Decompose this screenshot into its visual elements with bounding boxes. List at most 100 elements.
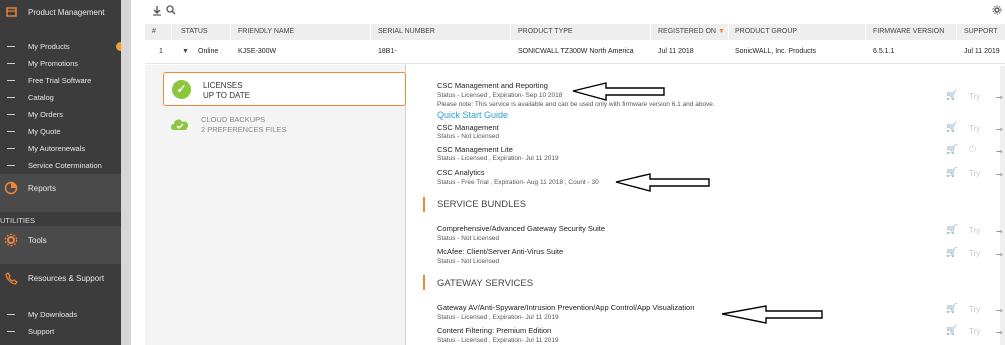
sidebar-item-label: My Orders xyxy=(28,109,64,119)
table-row[interactable]: 1 ▼ Online KJSE-300W 18B1- SONICWALL TZ3… xyxy=(145,40,1005,64)
cart-icon[interactable]: 🛒 xyxy=(946,325,957,336)
settings-icon[interactable] xyxy=(992,5,1002,18)
service-status: Status - Free Trial , Expiration- Aug 11… xyxy=(437,179,599,186)
sidebar-item-my-products[interactable]: My Products xyxy=(0,40,125,52)
service-name: CSC Management and Reporting xyxy=(437,81,548,90)
gear-icon xyxy=(4,233,18,247)
service-status: Status - Licensed , Expiration- Jul 11 2… xyxy=(437,337,559,344)
cart-icon[interactable]: 🛒 xyxy=(946,90,957,101)
sidebar-item-my-autorenewals[interactable]: My Autorenewals xyxy=(0,142,121,154)
sidebar-item-label: My Products xyxy=(28,41,70,51)
try-button[interactable]: Try xyxy=(969,249,980,258)
sidebar: Product Management My Products My Promot… xyxy=(0,0,125,345)
cart-icon[interactable]: 🛒 xyxy=(946,303,957,314)
sidebar-item-label: My Autorenewals xyxy=(28,143,86,153)
cell-support: Jul 11 2019 xyxy=(964,48,1000,55)
scrollbar[interactable] xyxy=(1000,66,1005,345)
toolbar xyxy=(145,0,1005,22)
service-note: Please note: This service is available a… xyxy=(437,101,715,108)
cart-icon[interactable]: 🛒 xyxy=(946,167,957,178)
service-status: Status - Not Licensed xyxy=(437,258,500,265)
cart-icon[interactable]: 🛒 xyxy=(946,122,957,133)
service-status: Status - Not Licensed xyxy=(437,235,500,242)
licenses-subtitle: UP TO DATE xyxy=(203,91,250,100)
try-button[interactable]: Try xyxy=(969,169,980,178)
sidebar-item-free-trial-software[interactable]: Free Trial Software xyxy=(0,74,121,86)
box-icon xyxy=(4,5,18,19)
sidebar-section-tools[interactable]: Tools xyxy=(0,226,121,264)
licenses-title: LICENSES xyxy=(203,81,243,90)
col-header-product-type[interactable]: PRODUCT TYPE xyxy=(518,28,573,35)
cell-registered-on: Jul 11 2018 xyxy=(658,48,694,55)
service-status: Status - Licensed , Expiration- Sep 10 2… xyxy=(437,92,563,99)
phone-icon xyxy=(4,272,18,286)
sidebar-section-resources-support[interactable]: Resources & Support xyxy=(0,270,121,288)
cloud-check-icon xyxy=(169,116,191,132)
power-icon: ⏻ xyxy=(969,144,977,154)
check-icon: ✓ xyxy=(172,80,191,99)
key-icon[interactable]: ⊸ xyxy=(996,227,1003,236)
cell-product-type: SONICWALL TZ300W North America xyxy=(518,48,634,55)
sidebar-heading-utilities: UTILITIES xyxy=(0,214,121,226)
cell-number: 1 xyxy=(159,48,163,55)
sidebar-item-catalog[interactable]: Catalog xyxy=(0,91,121,103)
service-name: Content Filtering: Premium Edition xyxy=(437,326,552,335)
sidebar-item-label: Free Trial Software xyxy=(28,75,92,85)
col-header-firmware-version[interactable]: FIRMWARE VERSION xyxy=(873,28,944,35)
cell-friendly-name[interactable]: KJSE-300W xyxy=(238,48,276,55)
sidebar-item-my-promotions[interactable]: My Promotions xyxy=(0,57,121,69)
try-button[interactable]: Try xyxy=(969,226,980,235)
key-icon[interactable]: ⊸ xyxy=(996,306,1003,315)
key-icon[interactable]: ⊸ xyxy=(996,328,1003,337)
col-header-status[interactable]: STATUS xyxy=(181,28,208,35)
sidebar-section-label: Reports xyxy=(28,184,57,193)
licenses-card[interactable]: ✓ LICENSES UP TO DATE xyxy=(163,72,406,106)
col-header-product-group[interactable]: PRODUCT GROUP xyxy=(735,28,797,35)
sidebar-section-product-management[interactable]: Product Management xyxy=(0,4,121,20)
col-header-serial-number[interactable]: SERIAL NUMBER xyxy=(378,28,435,35)
cell-serial-number: 18B1- xyxy=(378,48,397,55)
cloud-backups-title[interactable]: CLOUD BACKUPS xyxy=(201,115,265,124)
service-status: Status - Licensed , Expiration- Jul 11 2… xyxy=(437,155,559,162)
service-name: McAfee: Client/Server Anti-Virus Suite xyxy=(437,247,564,256)
cell-status: Online xyxy=(198,48,219,55)
download-icon[interactable] xyxy=(152,5,162,19)
cell-product-group: SonicWALL, Inc. Products xyxy=(735,48,817,55)
key-icon[interactable]: ⊸ xyxy=(996,170,1003,179)
col-header-support[interactable]: SUPPORT xyxy=(964,28,998,35)
col-header-friendly-name[interactable]: FRIENDLY NAME xyxy=(238,28,294,35)
sidebar-item-service-cotermination[interactable]: Service Cotermination xyxy=(0,159,121,171)
key-icon[interactable]: ⊸ xyxy=(996,125,1003,134)
sidebar-item-support[interactable]: Support xyxy=(0,325,121,337)
key-icon[interactable]: ⊸ xyxy=(996,147,1003,156)
service-status: Status - Licensed , Expiration- Jul 11 2… xyxy=(437,314,559,321)
sidebar-heading-label: UTILITIES xyxy=(0,215,36,225)
quick-start-guide-link[interactable]: Quick Start Guide xyxy=(437,110,508,120)
sidebar-section-label: Resources & Support xyxy=(28,274,105,283)
sidebar-section-reports[interactable]: Reports xyxy=(0,174,121,212)
section-header-service-bundles: SERVICE BUNDLES xyxy=(437,199,527,210)
sidebar-item-my-downloads[interactable]: My Downloads xyxy=(0,308,121,320)
section-accent-bar xyxy=(423,197,425,212)
try-button[interactable]: Try xyxy=(969,92,980,101)
sidebar-item-label: Catalog xyxy=(28,92,54,102)
section-accent-bar xyxy=(423,275,425,290)
section-header-gateway-services: GATEWAY SERVICES xyxy=(437,278,534,289)
sidebar-item-my-orders[interactable]: My Orders xyxy=(0,108,121,120)
cart-icon[interactable]: 🛒 xyxy=(946,247,957,258)
table-header: # STATUS FRIENDLY NAME SERIAL NUMBER PRO… xyxy=(145,24,1005,40)
sidebar-item-label: Support xyxy=(28,326,55,336)
cart-icon[interactable]: 🛒 xyxy=(946,224,957,235)
key-icon[interactable]: ⊸ xyxy=(996,250,1003,259)
service-name: CSC Management xyxy=(437,123,499,132)
col-header-registered-on[interactable]: REGISTERED ON xyxy=(658,28,716,35)
expand-caret-icon[interactable]: ▼ xyxy=(182,48,189,55)
search-icon[interactable] xyxy=(166,5,176,18)
key-icon[interactable]: ⊸ xyxy=(996,93,1003,102)
sidebar-item-label: My Promotions xyxy=(28,58,79,68)
sort-desc-icon: ▼ xyxy=(718,28,725,35)
try-button[interactable]: Try xyxy=(969,327,980,336)
sidebar-item-my-quote[interactable]: My Quote xyxy=(0,125,121,137)
try-button[interactable]: Try xyxy=(969,305,980,314)
try-button[interactable]: Try xyxy=(969,124,980,133)
